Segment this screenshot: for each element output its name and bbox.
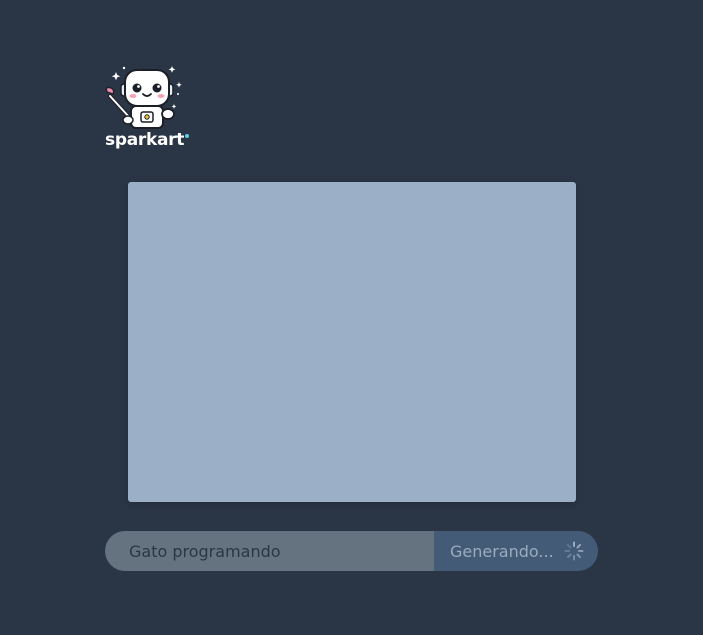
generate-button-label: Generando... [450,541,554,561]
prompt-bar: Generando... [105,531,598,571]
generate-button[interactable]: Generando... [434,531,598,571]
brand-name: sparkart [105,130,190,150]
generated-image-placeholder [128,182,576,502]
spinner-icon [564,541,584,561]
prompt-input[interactable] [105,531,434,571]
app-logo: sparkart [104,64,190,154]
robot-painter-icon [105,66,182,129]
